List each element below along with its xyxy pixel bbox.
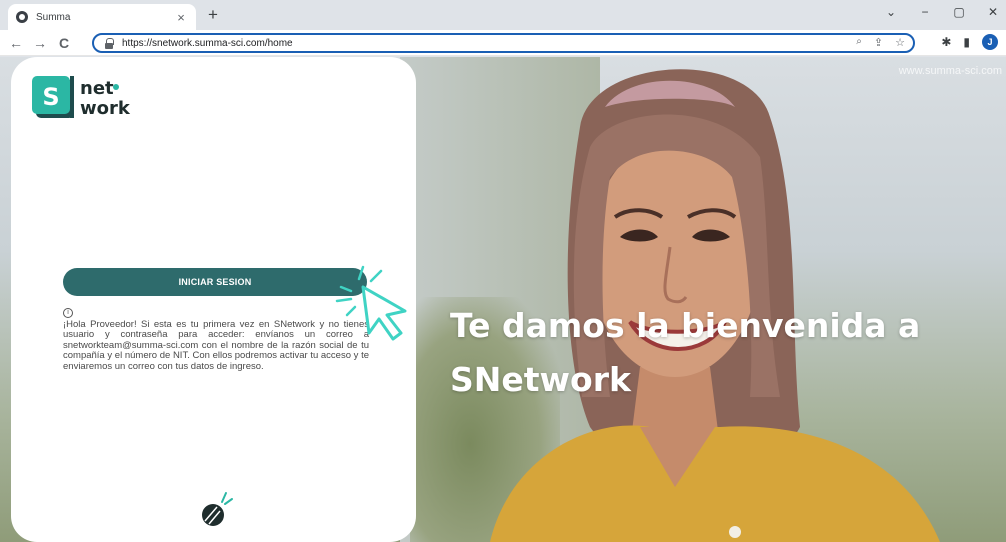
page-content: www.summa-sci.com Te damos la bienvenida… <box>0 57 1006 542</box>
address-bar[interactable]: https://snetwork.summa-sci.com/home ⌕ ⇪ … <box>92 33 915 53</box>
url-text[interactable]: https://snetwork.summa-sci.com/home <box>122 38 293 49</box>
favicon-icon <box>16 11 28 23</box>
new-tab-button[interactable]: + <box>204 5 222 25</box>
svg-text:work: work <box>80 98 131 119</box>
share-icon[interactable]: ⇪ <box>874 36 883 49</box>
browser-tab[interactable]: Summa × <box>8 4 196 30</box>
welcome-line-1: Te damos la bienvenida a <box>450 306 921 345</box>
profile-avatar[interactable]: J <box>982 34 998 50</box>
login-panel: S net work INICIAR SESION i ¡Hola Provee… <box>11 57 416 542</box>
close-tab-button[interactable]: × <box>174 10 188 25</box>
snetwork-logo: S net work <box>32 76 131 119</box>
close-window-button[interactable]: ✕ <box>986 5 1000 19</box>
welcome-heading: Te damos la bienvenida a SNetwork <box>450 299 990 407</box>
bookmark-star-icon[interactable]: ☆ <box>895 36 905 49</box>
omnibox-icons: ⌕ ⇪ ☆ <box>856 36 905 49</box>
forward-button[interactable]: → <box>32 34 48 52</box>
svg-text:net: net <box>80 78 114 99</box>
welcome-line-2: SNetwork <box>450 360 631 399</box>
zoom-icon[interactable]: ⌕ <box>856 36 862 49</box>
extensions-puzzle-icon[interactable]: ✱ <box>941 35 951 49</box>
side-panel-icon[interactable]: ▮ <box>963 35 970 49</box>
login-button[interactable]: INICIAR SESION <box>63 268 367 296</box>
svg-text:S: S <box>42 83 59 111</box>
back-button[interactable]: ← <box>8 34 24 52</box>
window-controls: ⌄ − ▢ ✕ <box>884 5 1000 19</box>
minimize-button[interactable]: − <box>918 5 932 19</box>
tab-search-button[interactable]: ⌄ <box>884 5 898 19</box>
provider-info-text: ¡Hola Proveedor! Si esta es tu primera v… <box>63 319 369 372</box>
lock-icon[interactable] <box>104 37 114 49</box>
browser-toolbar: ← → C https://snetwork.summa-sci.com/hom… <box>0 30 1006 56</box>
reload-button[interactable]: C <box>56 34 72 52</box>
extension-icons: ✱ ▮ J <box>941 34 998 50</box>
info-icon: i <box>63 308 73 318</box>
summa-leaf-icon <box>202 492 233 526</box>
maximize-button[interactable]: ▢ <box>952 5 966 19</box>
pointer-cursor-icon <box>335 265 407 341</box>
browser-tab-bar: Summa × + ⌄ − ▢ ✕ <box>0 0 1006 30</box>
tab-title: Summa <box>36 11 71 23</box>
